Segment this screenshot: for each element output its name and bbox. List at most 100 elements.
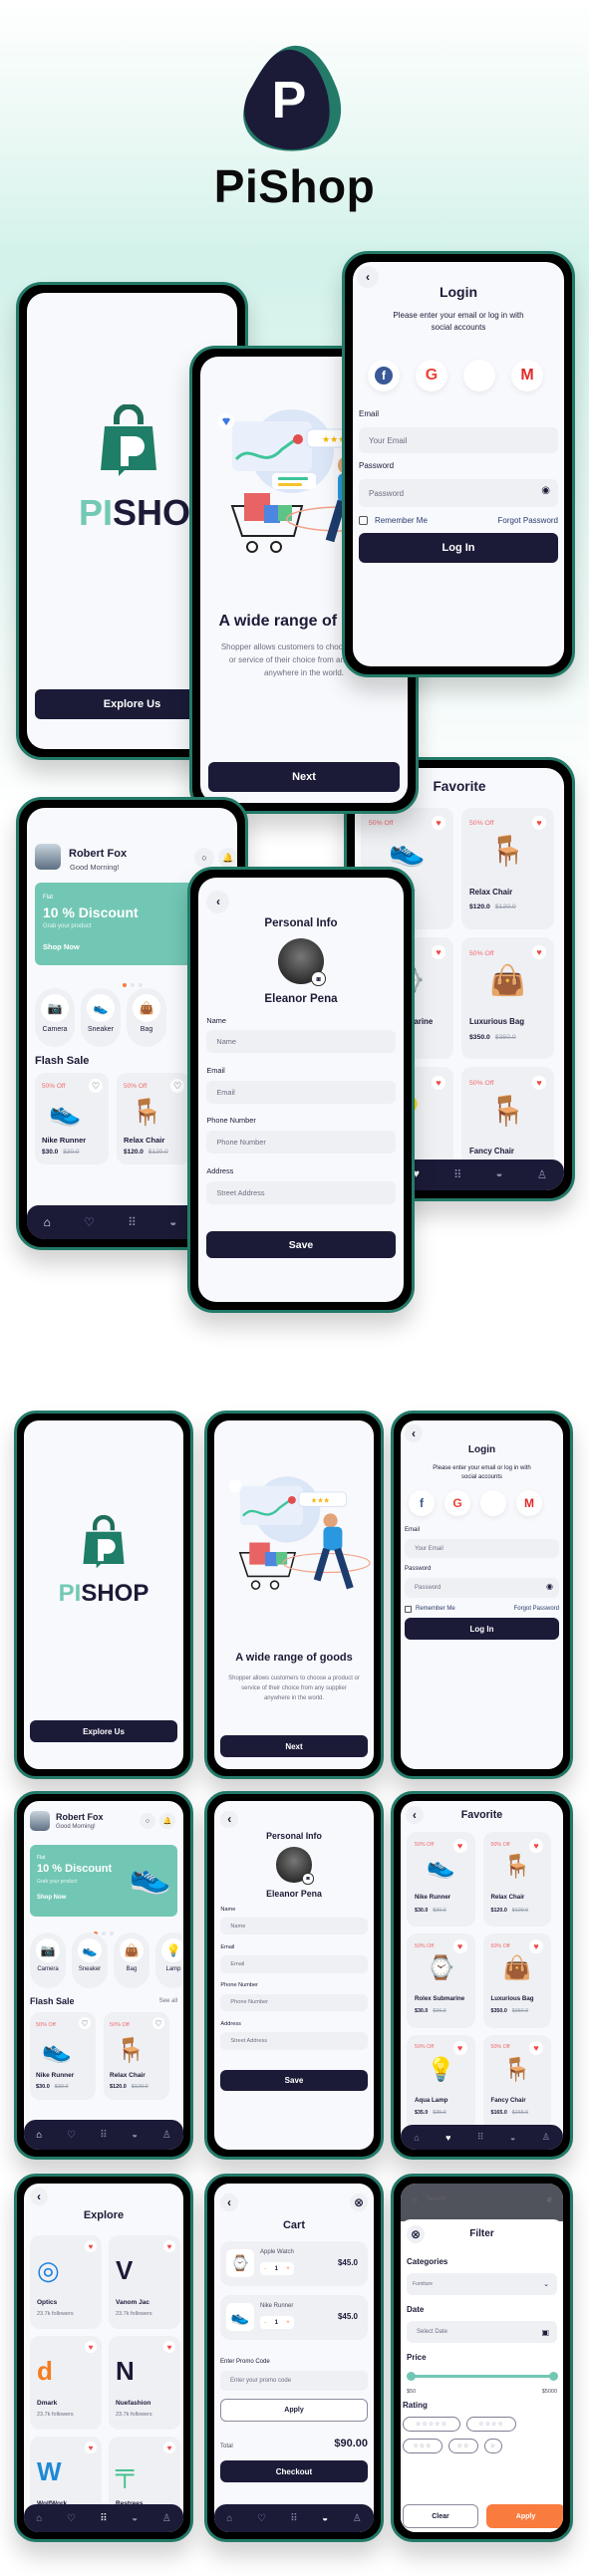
nav-bag[interactable]: ◒ [322,2513,328,2524]
heart-filled-icon[interactable]: ♥ [529,2041,543,2056]
nav-grid[interactable]: ⠿ [453,1167,461,1181]
carousel-dot[interactable] [102,1932,106,1935]
heart-filled-icon[interactable]: ♥ [85,2240,97,2252]
notification-button[interactable]: 🔔 [218,848,237,868]
remember-me-checkbox[interactable] [359,516,368,525]
nav-grid[interactable]: ⠿ [477,2132,484,2143]
sliders-icon[interactable]: ⚟ [546,2195,553,2204]
apply-filter-button[interactable]: Apply [486,2504,563,2528]
phone-number-input[interactable]: Phone Number [220,1993,368,2012]
clear-cart-button[interactable]: ⊗ [350,2193,368,2211]
email-input[interactable]: Email [206,1080,396,1104]
promo-banner[interactable]: Flat 10 % Discount Grab your product Shop N… [30,1845,177,1917]
checkout-button[interactable]: Checkout [220,2460,368,2482]
gmail-login-button[interactable]: M [511,360,543,391]
heart-filled-icon[interactable]: ♥ [432,945,445,960]
heart-filled-icon[interactable]: ♥ [529,1838,543,1853]
search-button[interactable]: ○ [140,1813,155,1829]
favorite-card[interactable]: 50% Off ♥ 👜 Luxurious Bag $350.0 $350.0 [461,937,554,1059]
favorite-toggle[interactable]: ♡ [89,1079,103,1093]
login-button[interactable]: Log In [405,1618,559,1640]
password-input[interactable]: Password [359,479,558,507]
nav-bag[interactable]: ◒ [496,1168,503,1180]
nav-home[interactable]: ⌂ [44,1215,51,1229]
rating-option-2-stars[interactable]: ☆☆ [448,2439,478,2453]
email-input[interactable]: Your Email [405,1539,559,1558]
category-sneaker[interactable]: 👟 Sneaker [72,1932,108,1988]
category-camera[interactable]: 📷 Camera [30,1932,66,1988]
back-button[interactable]: ‹ [405,1424,423,1442]
nav-home[interactable]: ⌂ [226,2513,232,2524]
see-all-link[interactable]: See all [159,1998,177,2004]
shop-now-link[interactable]: Shop Now [37,1895,66,1901]
heart-filled-icon[interactable]: ♥ [452,2041,467,2056]
apply-promo-button[interactable]: Apply [220,2399,368,2422]
promo-code-input[interactable]: Enter your promo code [220,2371,368,2391]
category-bag[interactable]: 👜 Bag [114,1932,149,1988]
favorite-card[interactable]: 50% Off ♥ 🪑 Relax Chair $120.0 $120.0 [461,807,554,929]
nav-home[interactable]: ⌂ [36,2130,42,2141]
nav-home[interactable]: ⌂ [36,2513,42,2524]
forgot-password-link[interactable]: Forgot Password [498,516,558,525]
back-button[interactable]: ‹ [30,2188,48,2205]
heart-filled-icon[interactable]: ♥ [432,816,445,831]
favorite-toggle[interactable]: ♡ [79,2017,91,2029]
camera-icon[interactable]: ◙ [302,1873,314,1885]
notification-button[interactable]: 🔔 [159,1813,175,1829]
heart-filled-icon[interactable]: ♥ [532,816,546,831]
decrement-button[interactable]: - [264,2320,266,2326]
address-input[interactable]: Street Address [206,1180,396,1204]
carousel-dot[interactable] [130,983,135,987]
rating-option-3-stars[interactable]: ☆☆☆ [403,2439,442,2453]
facebook-login-button[interactable]: f [368,360,400,391]
nav-bag[interactable]: ◒ [132,2130,138,2141]
back-button[interactable]: ‹ [220,2193,238,2211]
nav-heart[interactable]: ♡ [257,2513,266,2524]
category-select[interactable]: Furniture ⌄ [407,2273,557,2295]
heart-filled-icon[interactable]: ♥ [85,2442,97,2453]
nav-heart[interactable]: ♡ [67,2513,76,2524]
eye-icon[interactable]: ◉ [541,485,550,496]
camera-icon[interactable]: ◙ [311,971,327,987]
nav-heart[interactable]: ♡ [67,2130,76,2141]
favorite-card[interactable]: 50% Off ♥ 👜 Luxurious Bag $350.0 $350.0 [482,1932,551,2028]
search-button[interactable]: ○ [194,848,214,868]
favorite-card[interactable]: 50% Off ♥ 🪑 Fancy Chair $165.0 $165.0 [482,2034,551,2130]
price-min-handle[interactable] [407,2372,416,2381]
nav-user[interactable]: ♙ [537,1167,547,1181]
name-input[interactable]: Name [206,1030,396,1054]
category-sneaker[interactable]: 👟 Sneaker [81,988,121,1047]
brand-card[interactable]: ♥ d Dmark 23.7k followers [30,2336,102,2430]
nav-grid[interactable]: ⠿ [128,1215,137,1229]
brand-card[interactable]: ♥ V Vanom Jac 23.7k followers [109,2235,180,2329]
remember-me-label[interactable]: Remember Me [375,516,428,525]
forgot-password-link[interactable]: Forgot Password [514,1606,559,1612]
rating-option-5-stars[interactable]: ☆☆☆☆☆ [403,2417,460,2432]
nav-heart[interactable]: ♥ [445,2133,450,2143]
rating-option-1-stars[interactable]: ☆ [484,2439,502,2453]
increment-button[interactable]: + [286,2320,290,2326]
explore-us-button[interactable]: Explore Us [30,1720,177,1742]
carousel-dot[interactable] [110,1932,114,1935]
heart-filled-icon[interactable]: ♥ [452,1838,467,1853]
email-input[interactable]: Your Email [359,427,558,453]
favorite-card[interactable]: 50% Off ♥⌚ Rolex Submarine $30.0 $30.0 [407,1932,475,2028]
nav-grid[interactable]: ⠿ [290,2513,297,2524]
remember-me-checkbox[interactable] [405,1606,412,1613]
apple-login-button[interactable] [480,1490,506,1516]
next-button[interactable]: Next [220,1735,368,1757]
decrement-button[interactable]: - [264,2266,266,2272]
heart-filled-icon[interactable]: ♥ [529,1939,543,1954]
back-button[interactable]: ‹ [220,1810,238,1829]
next-button[interactable]: Next [208,762,400,792]
favorite-card[interactable]: 50% Off ♥ 🪑 Relax Chair $120.0 $120.0 [482,1832,551,1928]
carousel-dot[interactable] [138,983,143,987]
remember-me-label[interactable]: Remember Me [416,1606,455,1612]
clear-button[interactable]: Clear [403,2504,478,2528]
google-login-button[interactable]: G [416,360,447,391]
rating-option-4-stars[interactable]: ☆☆☆☆ [466,2417,516,2432]
facebook-login-button[interactable]: f [409,1490,435,1516]
apple-login-button[interactable] [463,360,495,391]
heart-filled-icon[interactable]: ♥ [85,2341,97,2353]
nav-heart[interactable]: ♡ [84,1215,95,1229]
